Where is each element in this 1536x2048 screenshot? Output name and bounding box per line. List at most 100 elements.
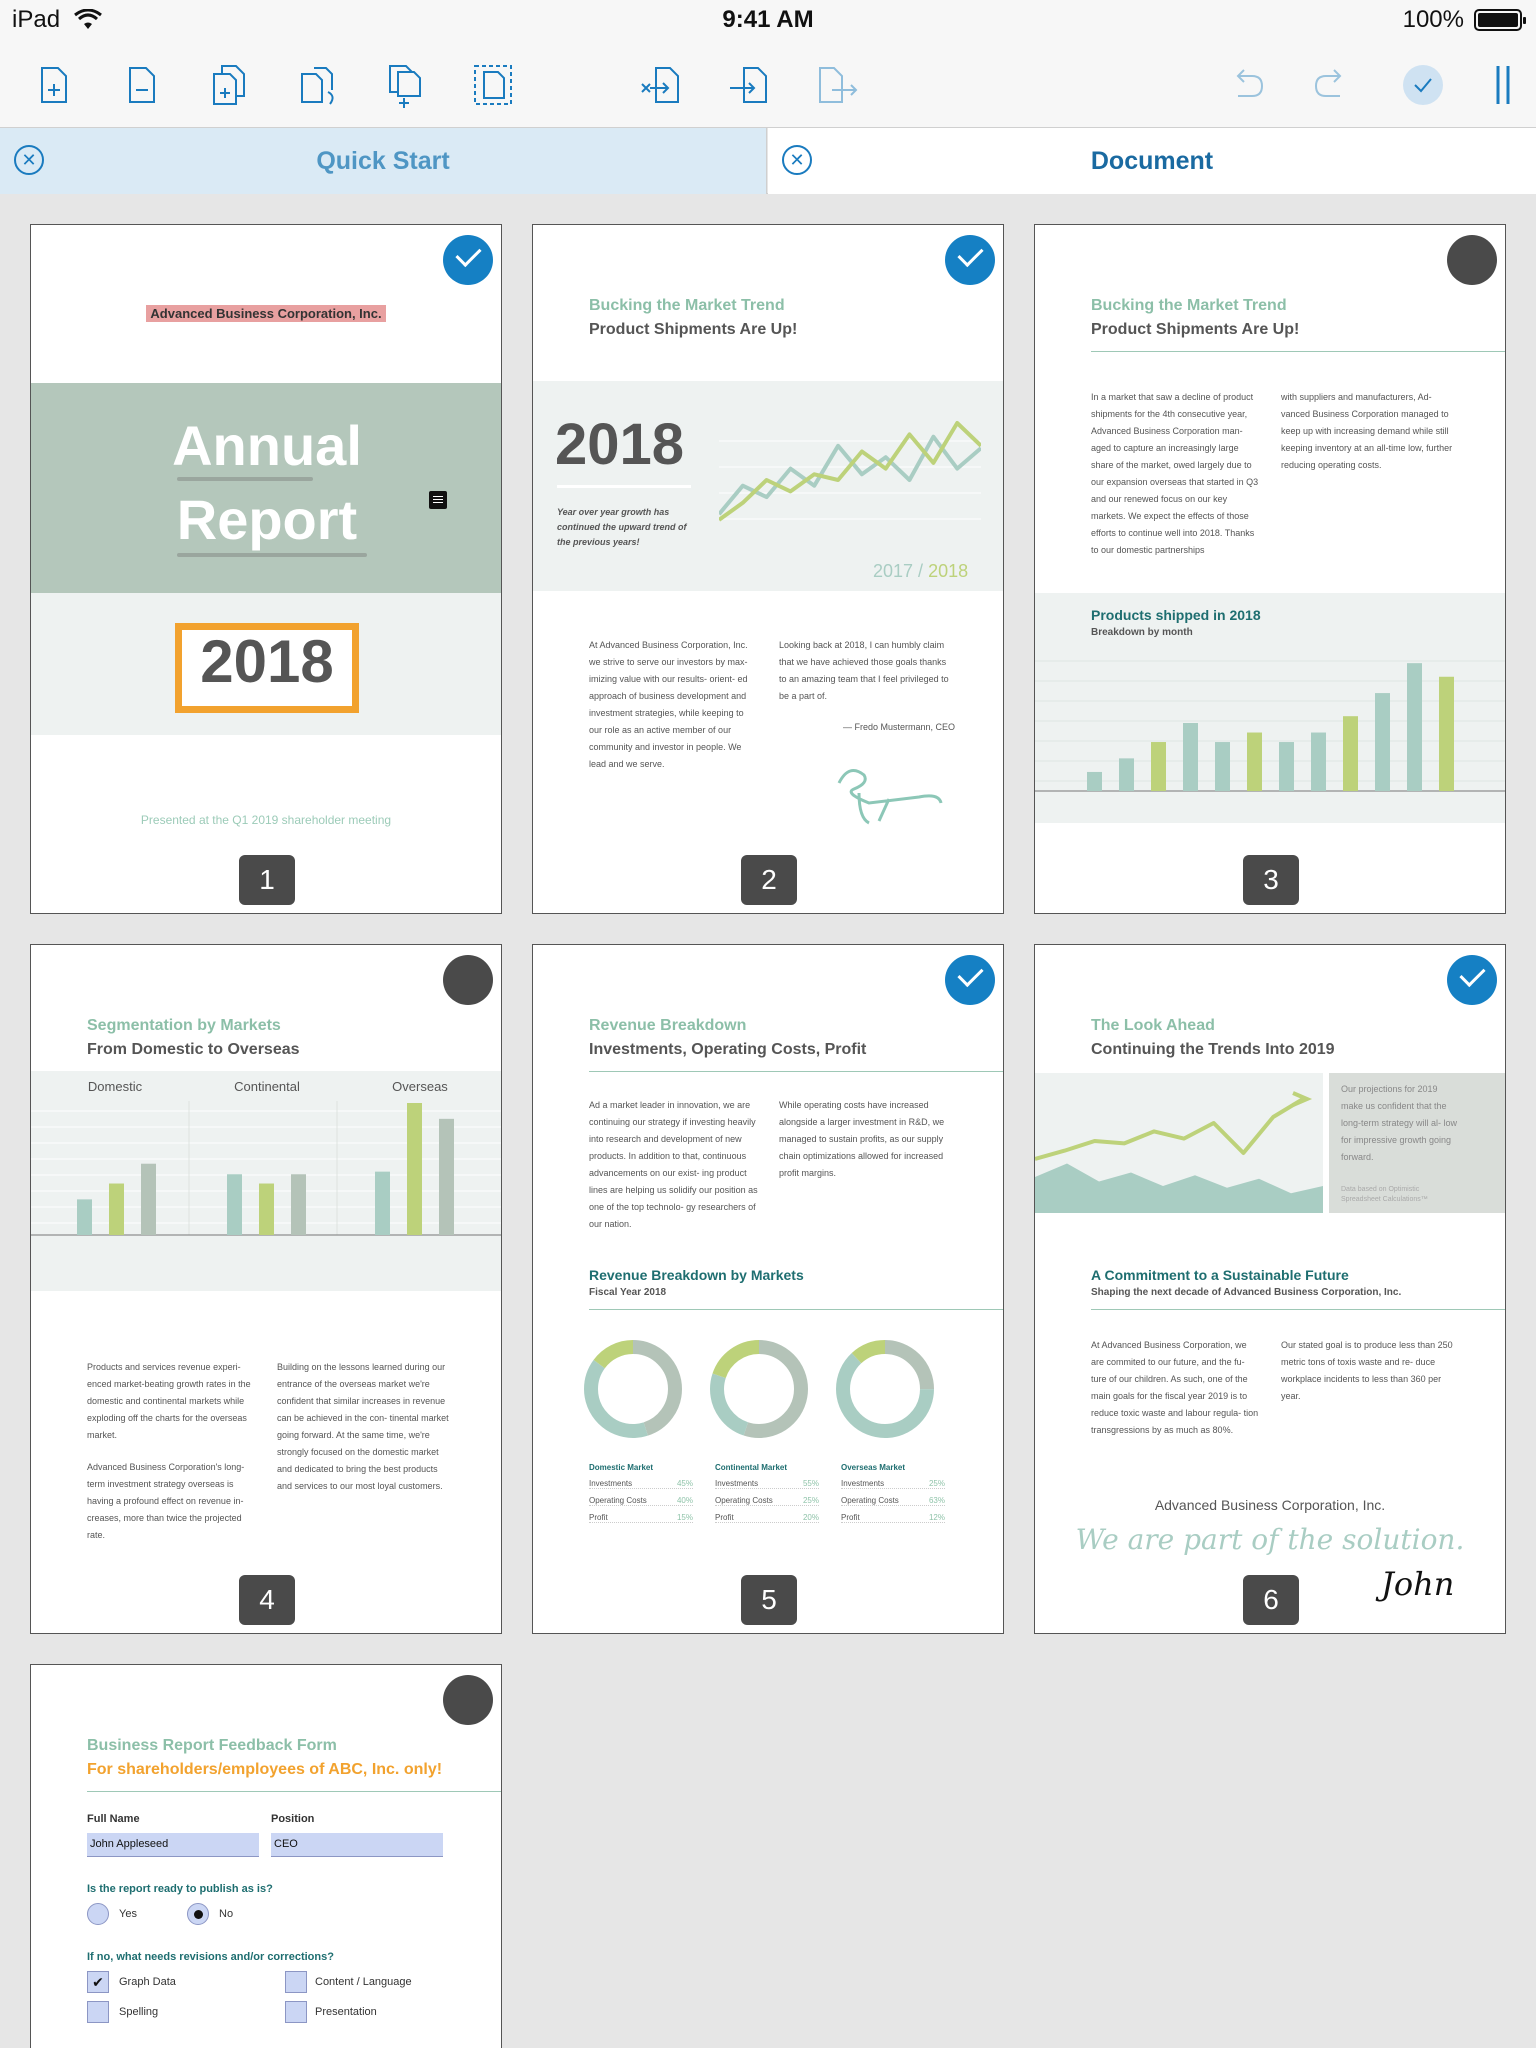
position-field[interactable]: CEO <box>271 1833 443 1857</box>
close-icon[interactable]: ✕ <box>782 145 812 175</box>
selection-indicator[interactable] <box>1447 955 1497 1005</box>
selection-indicator[interactable] <box>945 955 995 1005</box>
legend-row: Profit 12% <box>841 1513 945 1523</box>
bar <box>259 1183 274 1235</box>
form-heading: Business Report Feedback Form <box>87 1737 337 1754</box>
cover-title-1: Annual <box>172 414 362 477</box>
bar <box>1119 758 1134 791</box>
page-thumbnail-1[interactable]: Advanced Business Corporation, Inc. Annu… <box>30 224 502 914</box>
area-series <box>1035 1163 1323 1213</box>
underline-scribble <box>177 553 367 557</box>
page-heading: Bucking the Market Trend <box>1091 297 1287 314</box>
selection-indicator[interactable] <box>1447 235 1497 285</box>
page-thumbnail-4[interactable]: Segmentation by Markets From Domestic to… <box>30 944 502 1634</box>
line-chart <box>719 421 981 522</box>
heading-rule <box>589 1071 1003 1072</box>
legend-label: Investments <box>841 1479 885 1488</box>
bar <box>1087 771 1102 791</box>
legend-label: Operating Costs <box>589 1496 647 1505</box>
selection-indicator[interactable] <box>443 955 493 1005</box>
split-view-button[interactable] <box>1480 60 1530 110</box>
page-number-badge: 1 <box>239 855 295 905</box>
page-thumbnail-6[interactable]: The Look Ahead Continuing the Trends Int… <box>1034 944 1506 1634</box>
full-name-label: Full Name <box>87 1813 140 1825</box>
radio-yes[interactable] <box>87 1903 109 1925</box>
page-thumbnail-5[interactable]: Revenue Breakdown Investments, Operating… <box>532 944 1004 1634</box>
tab-document[interactable]: ✕ Document <box>768 128 1536 194</box>
page-subheading: Product Shipments Are Up! <box>589 321 798 338</box>
checkbox-label: Graph Data <box>119 1976 176 1988</box>
selection-indicator[interactable] <box>443 235 493 285</box>
status-bar: iPad 9:41 AM 100% <box>0 0 1536 40</box>
full-name-field[interactable]: John Appleseed <box>87 1833 259 1857</box>
chart-caption: Year over year growth has continued the … <box>557 507 687 547</box>
bar <box>77 1199 92 1235</box>
body-column-2: Building on the lessons learned during o… <box>277 1362 449 1491</box>
add-page-button[interactable] <box>28 60 78 110</box>
ceo-signoff: — Fredo Mustermann, CEO <box>842 722 955 732</box>
legend-market: Continental Market <box>715 1463 788 1472</box>
page-number-badge: 4 <box>239 1575 295 1625</box>
bar <box>1279 742 1294 791</box>
undo-button[interactable] <box>1222 60 1272 110</box>
legend-value: 12% <box>928 1513 945 1522</box>
legend-row: Investments 25% <box>841 1479 945 1489</box>
insert-pages-button[interactable] <box>380 60 430 110</box>
selection-indicator[interactable] <box>945 235 995 285</box>
split-view-icon <box>1496 66 1510 104</box>
select-area-button[interactable] <box>468 60 518 110</box>
legend-market: Domestic Market <box>589 1463 654 1472</box>
tab-bar: ✕ Quick Start ✕ Document <box>0 128 1536 194</box>
legend-label: Profit <box>841 1513 860 1522</box>
page-subheading: From Domestic to Overseas <box>87 1041 300 1058</box>
tab-quick-start[interactable]: ✕ Quick Start <box>0 128 767 194</box>
checkbox-graph-data[interactable]: ✔ <box>87 1971 109 1993</box>
done-button[interactable] <box>1398 60 1448 110</box>
checkbox-spelling[interactable] <box>87 2001 109 2023</box>
page-thumbnail-2[interactable]: Bucking the Market Trend Product Shipmen… <box>532 224 1004 914</box>
chart-years: 2017 / 2018 <box>873 561 968 582</box>
import-page-button[interactable] <box>724 60 774 110</box>
bar-chart <box>1035 660 1505 792</box>
body-column-2: Looking back at 2018, I can humbly claim… <box>779 640 949 701</box>
duplicate-page-button[interactable] <box>204 60 254 110</box>
radio-no-label: No <box>219 1908 234 1920</box>
bar <box>1215 742 1230 791</box>
page-heading: The Look Ahead <box>1091 1017 1215 1034</box>
remove-page-button[interactable] <box>116 60 166 110</box>
page-thumbnail-7[interactable]: Business Report Feedback Form For shareh… <box>30 1664 502 2048</box>
extract-page-button[interactable] <box>636 60 686 110</box>
redo-button[interactable] <box>1306 60 1356 110</box>
market-label: Continental <box>234 1079 300 1094</box>
radio-no[interactable] <box>187 1903 209 1925</box>
trend-line <box>1035 1097 1305 1161</box>
remove-page-icon <box>129 67 155 103</box>
page-thumbnail-3[interactable]: Bucking the Market Trend Product Shipmen… <box>1034 224 1506 914</box>
projection-text: Our projections for 2019 make us confide… <box>1341 1084 1458 1162</box>
year-underline <box>557 485 691 488</box>
chart-subtitle: Fiscal Year 2018 <box>589 1287 667 1298</box>
body-column-2: with suppliers and manufacturers, Ad- va… <box>1281 392 1453 470</box>
year-separator: / <box>913 561 929 581</box>
rotate-page-button[interactable] <box>292 60 342 110</box>
legend-label: Profit <box>715 1513 734 1522</box>
checkbox-content-language[interactable] <box>285 1971 307 1993</box>
body-column-2: While operating costs have increased alo… <box>779 1100 945 1178</box>
slogan: We are part of the solution. <box>1075 1523 1465 1556</box>
page-number-badge: 5 <box>741 1575 797 1625</box>
selection-indicator[interactable] <box>443 1675 493 1725</box>
close-icon[interactable]: ✕ <box>14 145 44 175</box>
signature: John <box>1381 1565 1455 1603</box>
series-line-2 <box>719 421 981 522</box>
projection-note: Data based on Optimistic Spreadsheet Cal… <box>1341 1186 1428 1203</box>
year-label: 2018 <box>200 628 334 695</box>
insert-pages-icon <box>389 65 421 108</box>
duplicate-page-icon <box>213 65 245 105</box>
export-page-button[interactable] <box>812 60 862 110</box>
comment-icon[interactable] <box>429 491 447 509</box>
legend-row: Profit 15% <box>589 1513 693 1523</box>
legend-label: Investments <box>715 1479 759 1488</box>
checkbox-presentation[interactable] <box>285 2001 307 2023</box>
page-subheading: Continuing the Trends Into 2019 <box>1091 1041 1335 1058</box>
year-band: 2018 <box>31 593 501 735</box>
